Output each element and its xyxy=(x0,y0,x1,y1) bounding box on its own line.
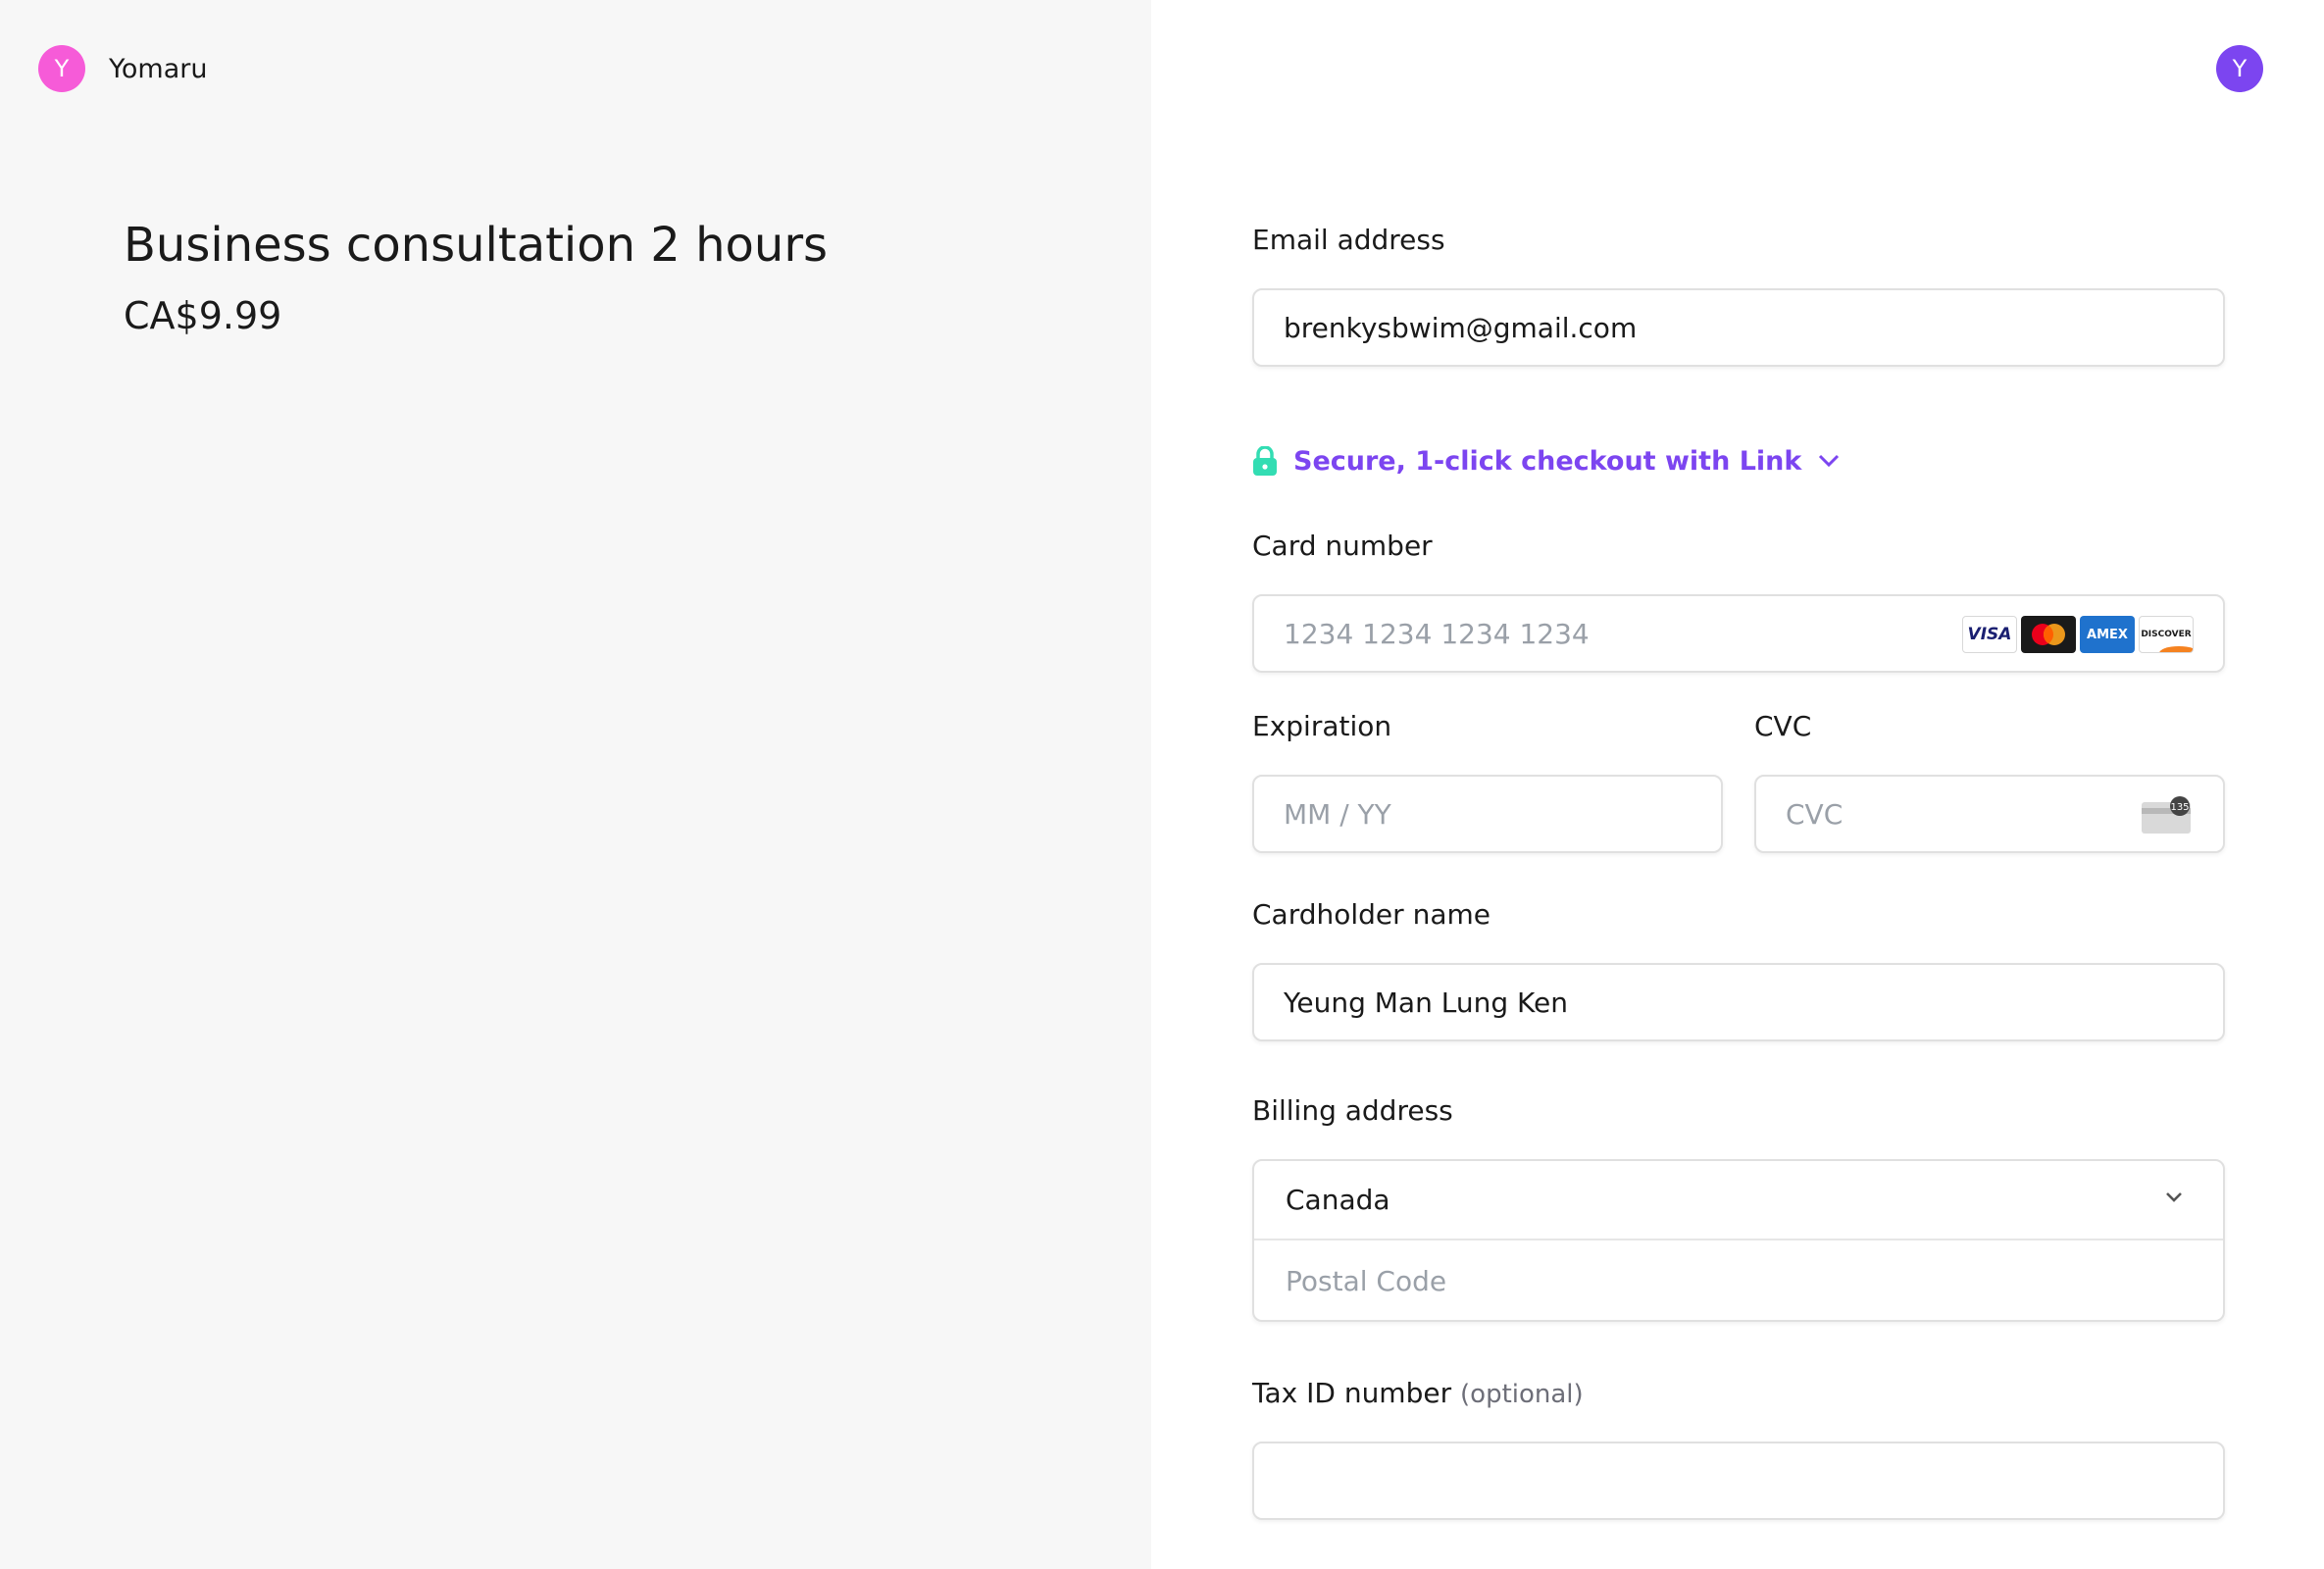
payment-pane: Y Email address Secure, 1-click checkout… xyxy=(1151,0,2324,1569)
email-field[interactable] xyxy=(1284,311,2223,344)
cardholder-field-wrapper xyxy=(1252,963,2225,1041)
link-checkout-text: Secure, 1-click checkout with Link xyxy=(1293,445,1802,477)
order-summary-pane: Y Yomaru Business consultation 2 hours C… xyxy=(0,0,1151,1569)
product-summary: Business consultation 2 hours CA$9.99 xyxy=(124,218,828,337)
email-field-wrapper xyxy=(1252,288,2225,367)
expiration-field-wrapper xyxy=(1252,775,1723,853)
chevron-down-icon xyxy=(1819,454,1840,468)
mastercard-icon xyxy=(2021,616,2076,653)
cvc-label: CVC xyxy=(1754,710,1812,742)
lock-icon xyxy=(1253,446,1277,476)
cvc-field-wrapper: 135 xyxy=(1754,775,2225,853)
expiration-label: Expiration xyxy=(1252,710,1392,742)
visa-icon: VISA xyxy=(1962,616,2017,653)
country-value: Canada xyxy=(1286,1184,1390,1216)
billing-address-group: Canada xyxy=(1252,1159,2225,1322)
card-number-label: Card number xyxy=(1252,530,1433,562)
card-number-input[interactable] xyxy=(1284,617,1911,650)
tax-id-input[interactable] xyxy=(1284,1464,2223,1497)
discover-label: DISCOVER xyxy=(2141,630,2192,639)
product-title: Business consultation 2 hours xyxy=(124,218,829,273)
link-checkout-toggle[interactable]: Secure, 1-click checkout with Link xyxy=(1252,443,1841,479)
merchant-name: Yomaru xyxy=(109,53,208,84)
tax-id-optional: (optional) xyxy=(1460,1380,1584,1409)
card-number-field-wrapper: VISA AMEX DISCOVER xyxy=(1252,594,2225,673)
tax-id-field-wrapper xyxy=(1252,1442,2225,1520)
tax-id-label: Tax ID number (optional) xyxy=(1252,1377,1584,1409)
cardholder-label: Cardholder name xyxy=(1252,898,1490,931)
tax-id-label-text: Tax ID number xyxy=(1252,1377,1452,1409)
discover-icon: DISCOVER xyxy=(2139,616,2194,653)
card-brands: VISA AMEX DISCOVER xyxy=(1962,616,2194,653)
email-label: Email address xyxy=(1252,224,1445,256)
postal-code-row xyxy=(1254,1241,2223,1321)
expiration-input[interactable] xyxy=(1284,797,1721,831)
product-price: CA$9.99 xyxy=(124,294,282,337)
amex-icon: AMEX xyxy=(2080,616,2135,653)
country-select[interactable]: Canada xyxy=(1254,1161,2223,1240)
billing-address-label: Billing address xyxy=(1252,1094,1453,1127)
merchant-brand[interactable]: Y Yomaru xyxy=(38,45,208,92)
user-avatar[interactable]: Y xyxy=(2216,45,2263,92)
chevron-down-icon xyxy=(2166,1192,2182,1202)
cardholder-name-input[interactable] xyxy=(1284,986,2223,1019)
cvc-input[interactable] xyxy=(1786,797,2119,831)
cvc-badge: 135 xyxy=(2170,802,2189,813)
postal-code-input[interactable] xyxy=(1286,1265,2223,1297)
merchant-avatar: Y xyxy=(38,45,85,92)
cvc-card-icon: 135 xyxy=(2142,796,2191,834)
